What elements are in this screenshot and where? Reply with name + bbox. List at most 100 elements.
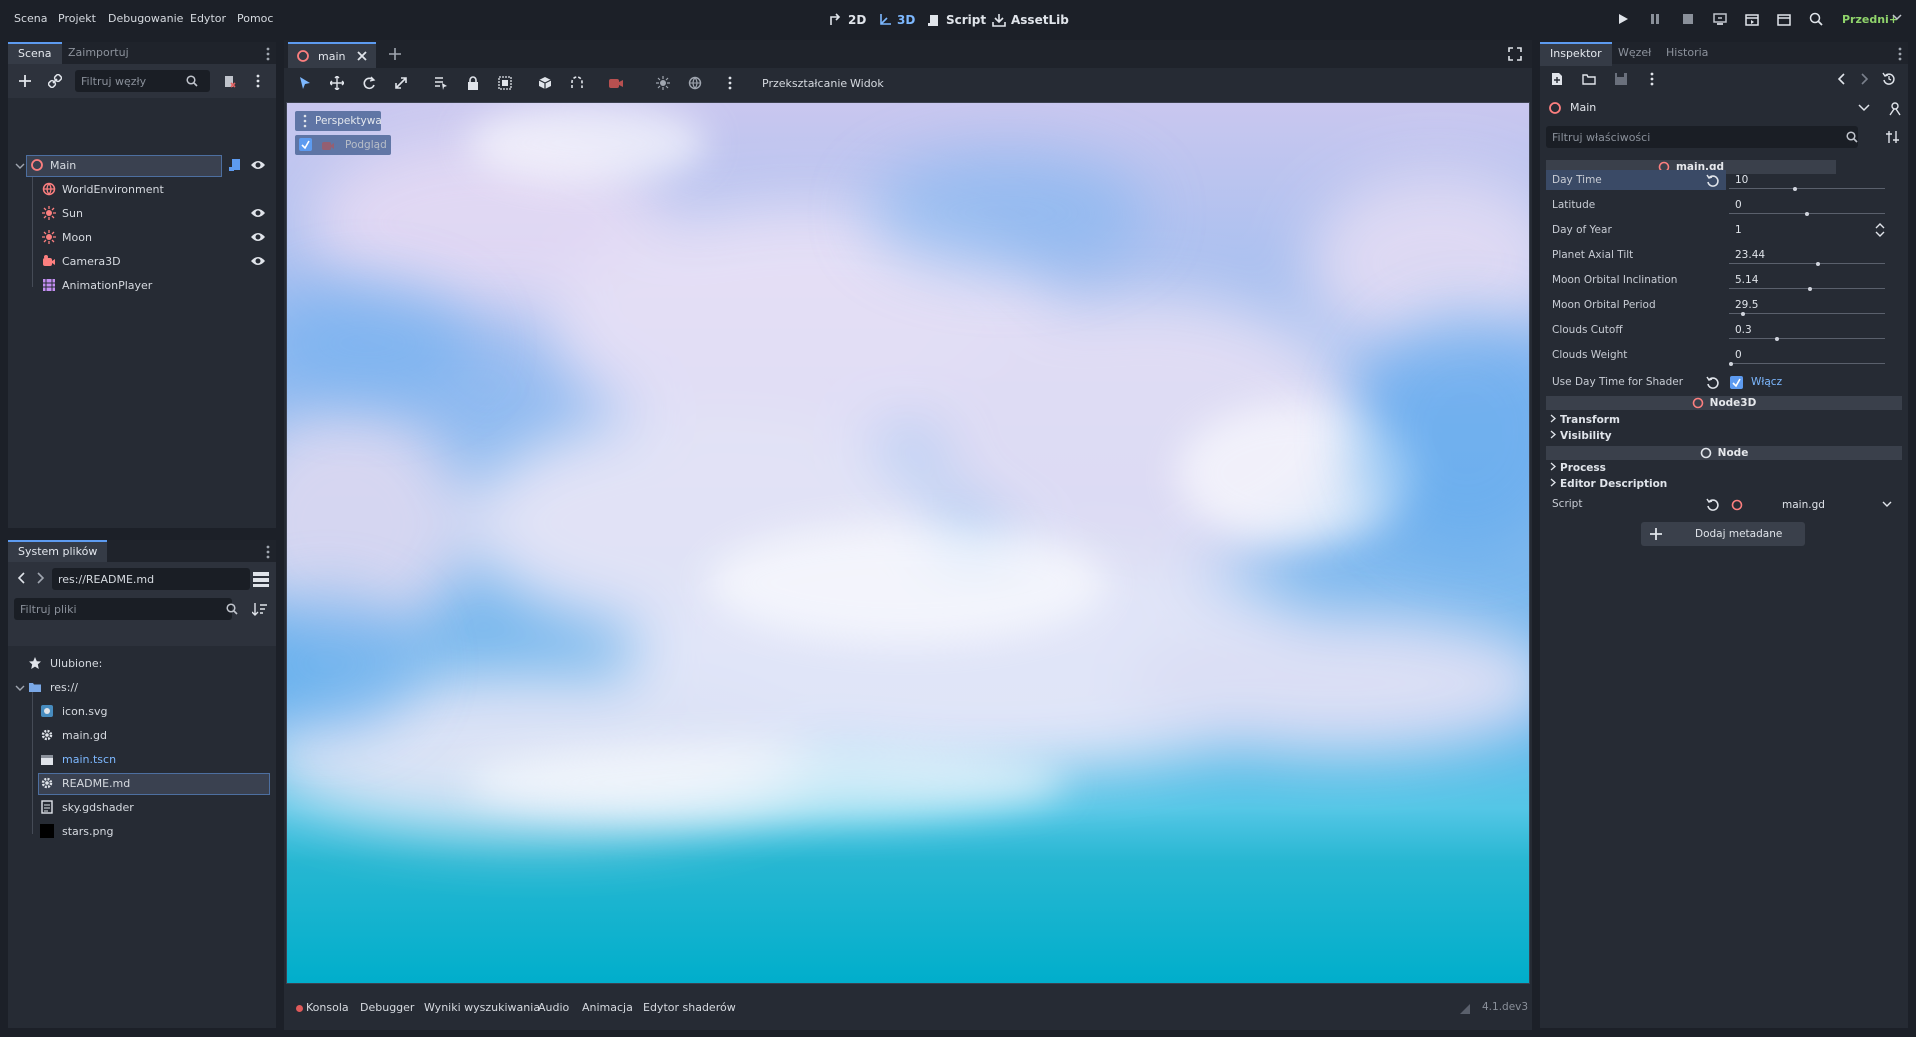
section-node3d[interactable]: Node3D (1546, 396, 1902, 410)
planet-axial-tilt-slider[interactable]: 23.44 (1727, 246, 1887, 266)
group-icon[interactable] (498, 76, 512, 90)
script-resource-picker[interactable]: main.gd (1730, 495, 1892, 515)
tree-row-moon[interactable]: Moon (8, 227, 276, 249)
tree-row-worldenvironment[interactable]: WorldEnvironment (8, 179, 276, 201)
object-selector[interactable]: Main (1546, 98, 1876, 118)
view-menu[interactable]: Widok (850, 77, 884, 90)
eye-icon[interactable] (250, 207, 266, 219)
revert-icon[interactable] (1706, 376, 1720, 390)
add-metadata-button[interactable]: Dodaj metadane (1641, 522, 1805, 546)
snap-icon[interactable] (570, 76, 584, 90)
local-space-icon[interactable] (538, 76, 552, 90)
slider-knob[interactable] (1741, 312, 1746, 316)
select-tool-icon[interactable] (298, 76, 312, 90)
eye-icon[interactable] (250, 231, 266, 243)
favorites-row[interactable]: Ulubione: (8, 653, 276, 675)
open-folder-icon[interactable] (1582, 72, 1596, 86)
res-root-row[interactable]: res:// (8, 677, 276, 699)
slider-knob[interactable] (1792, 187, 1797, 191)
slider-knob[interactable] (1729, 362, 1733, 366)
day-of-year-spinbox[interactable]: 1 (1727, 221, 1887, 241)
collapse-arrow-icon[interactable] (15, 161, 25, 171)
workspace-script-button[interactable]: Script (926, 12, 986, 28)
script-badge-icon[interactable] (228, 158, 242, 172)
file-row-icon-svg[interactable]: icon.svg (8, 701, 276, 723)
tree-row-camera3d[interactable]: Camera3D (8, 251, 276, 273)
spin-arrows-icon[interactable] (1875, 223, 1885, 237)
file-row-main-tscn[interactable]: main.tscn (8, 749, 276, 771)
tree-row-sun[interactable]: Sun (8, 203, 276, 225)
eye-icon[interactable] (250, 255, 266, 267)
new-resource-icon[interactable] (1550, 72, 1564, 86)
revert-icon[interactable] (1706, 174, 1720, 188)
file-filter-input[interactable]: Filtruj pliki (14, 598, 232, 620)
moon-orbital-inclination-slider[interactable]: 5.14 (1727, 271, 1887, 291)
node-tool-icon[interactable] (1888, 102, 1902, 116)
path-input[interactable]: res://README.md (52, 568, 250, 590)
scene-kebab-icon[interactable] (256, 74, 260, 88)
toolbar-kebab-icon[interactable] (728, 76, 732, 90)
workspace-3d-button[interactable]: 3D (877, 12, 915, 28)
save-icon[interactable] (1614, 72, 1628, 86)
tab-historia[interactable]: Historia (1656, 42, 1718, 64)
menu-scena[interactable]: Scena (14, 12, 48, 25)
menu-edytor[interactable]: Edytor (190, 12, 226, 25)
scale-tool-icon[interactable] (394, 76, 408, 90)
menu-projekt[interactable]: Projekt (58, 12, 96, 25)
preview-toggle[interactable]: Podgląd (295, 135, 391, 155)
tab-scena[interactable]: Scena (8, 42, 62, 66)
chevron-down-icon[interactable] (1892, 12, 1902, 22)
tab-wezel[interactable]: Węzeł (1608, 42, 1661, 64)
camera-override-icon[interactable] (608, 76, 624, 90)
stop-icon[interactable] (1681, 12, 1695, 26)
movie-maker-icon[interactable] (1809, 12, 1823, 26)
scene-tab-main[interactable]: main (288, 42, 376, 68)
file-row-sky-gdshader[interactable]: sky.gdshader (8, 797, 276, 819)
add-tab-icon[interactable] (388, 47, 402, 61)
file-row-main-gd[interactable]: main.gd (8, 725, 276, 747)
transform-menu[interactable]: Przekształcanie (762, 77, 847, 90)
checkbox-icon[interactable] (1730, 376, 1743, 389)
tree-row-main[interactable]: Main (8, 155, 276, 177)
slider-knob[interactable] (1805, 212, 1809, 216)
clouds-weight-slider[interactable]: 0 (1727, 346, 1887, 366)
category-process[interactable]: Process (1550, 462, 1606, 474)
property-filter-input[interactable]: Filtruj właściwości (1546, 126, 1858, 148)
tree-row-animationplayer[interactable]: AnimationPlayer (8, 275, 276, 297)
tab-debugger[interactable]: Debugger (360, 1001, 414, 1014)
tab-audio[interactable]: Audio (538, 1001, 569, 1014)
day-time-slider[interactable]: 10 (1727, 171, 1887, 191)
renderer-selector[interactable]: Przedni+ (1842, 13, 1898, 26)
checkbox-icon[interactable] (299, 138, 312, 151)
sun-preview-icon[interactable] (656, 76, 670, 90)
link-icon[interactable] (48, 74, 62, 88)
tab-zaimportuj[interactable]: Zaimportuj (58, 42, 139, 64)
property-options-icon[interactable] (1886, 130, 1900, 144)
attach-script-icon[interactable] (222, 74, 236, 88)
history-back-icon[interactable] (1836, 72, 1846, 86)
kebab-menu-icon[interactable] (1898, 47, 1902, 61)
perspective-menu-button[interactable]: Perspektywa (295, 111, 382, 131)
workspace-assetlib-button[interactable]: AssetLib (991, 12, 1069, 28)
latitude-slider[interactable]: 0 (1727, 196, 1887, 216)
play-custom-scene-icon[interactable] (1777, 12, 1791, 26)
menu-pomoc[interactable]: Pomoc (237, 12, 273, 25)
category-transform[interactable]: Transform (1550, 414, 1620, 426)
list-view-icon[interactable] (253, 571, 269, 587)
play-icon[interactable] (1616, 12, 1630, 26)
sort-icon[interactable] (252, 602, 268, 616)
moon-orbital-period-slider[interactable]: 29.5 (1727, 296, 1887, 316)
file-row-stars-png[interactable]: stars.png (8, 821, 276, 843)
file-row-readme-md[interactable]: README.md (8, 773, 276, 795)
tab-inspektor[interactable]: Inspektor (1540, 42, 1612, 66)
menu-debugowanie[interactable]: Debugowanie (108, 12, 183, 25)
list-select-icon[interactable] (434, 76, 448, 90)
clouds-cutoff-slider[interactable]: 0.3 (1727, 321, 1887, 341)
close-icon[interactable] (356, 50, 368, 62)
back-arrow-icon[interactable] (16, 571, 26, 585)
inspector-kebab-icon[interactable] (1650, 72, 1654, 86)
lock-icon[interactable] (466, 76, 480, 90)
3d-viewport[interactable]: Perspektywa Podgląd (286, 102, 1530, 984)
slider-knob[interactable] (1808, 287, 1813, 291)
kebab-menu-icon[interactable] (266, 47, 270, 61)
